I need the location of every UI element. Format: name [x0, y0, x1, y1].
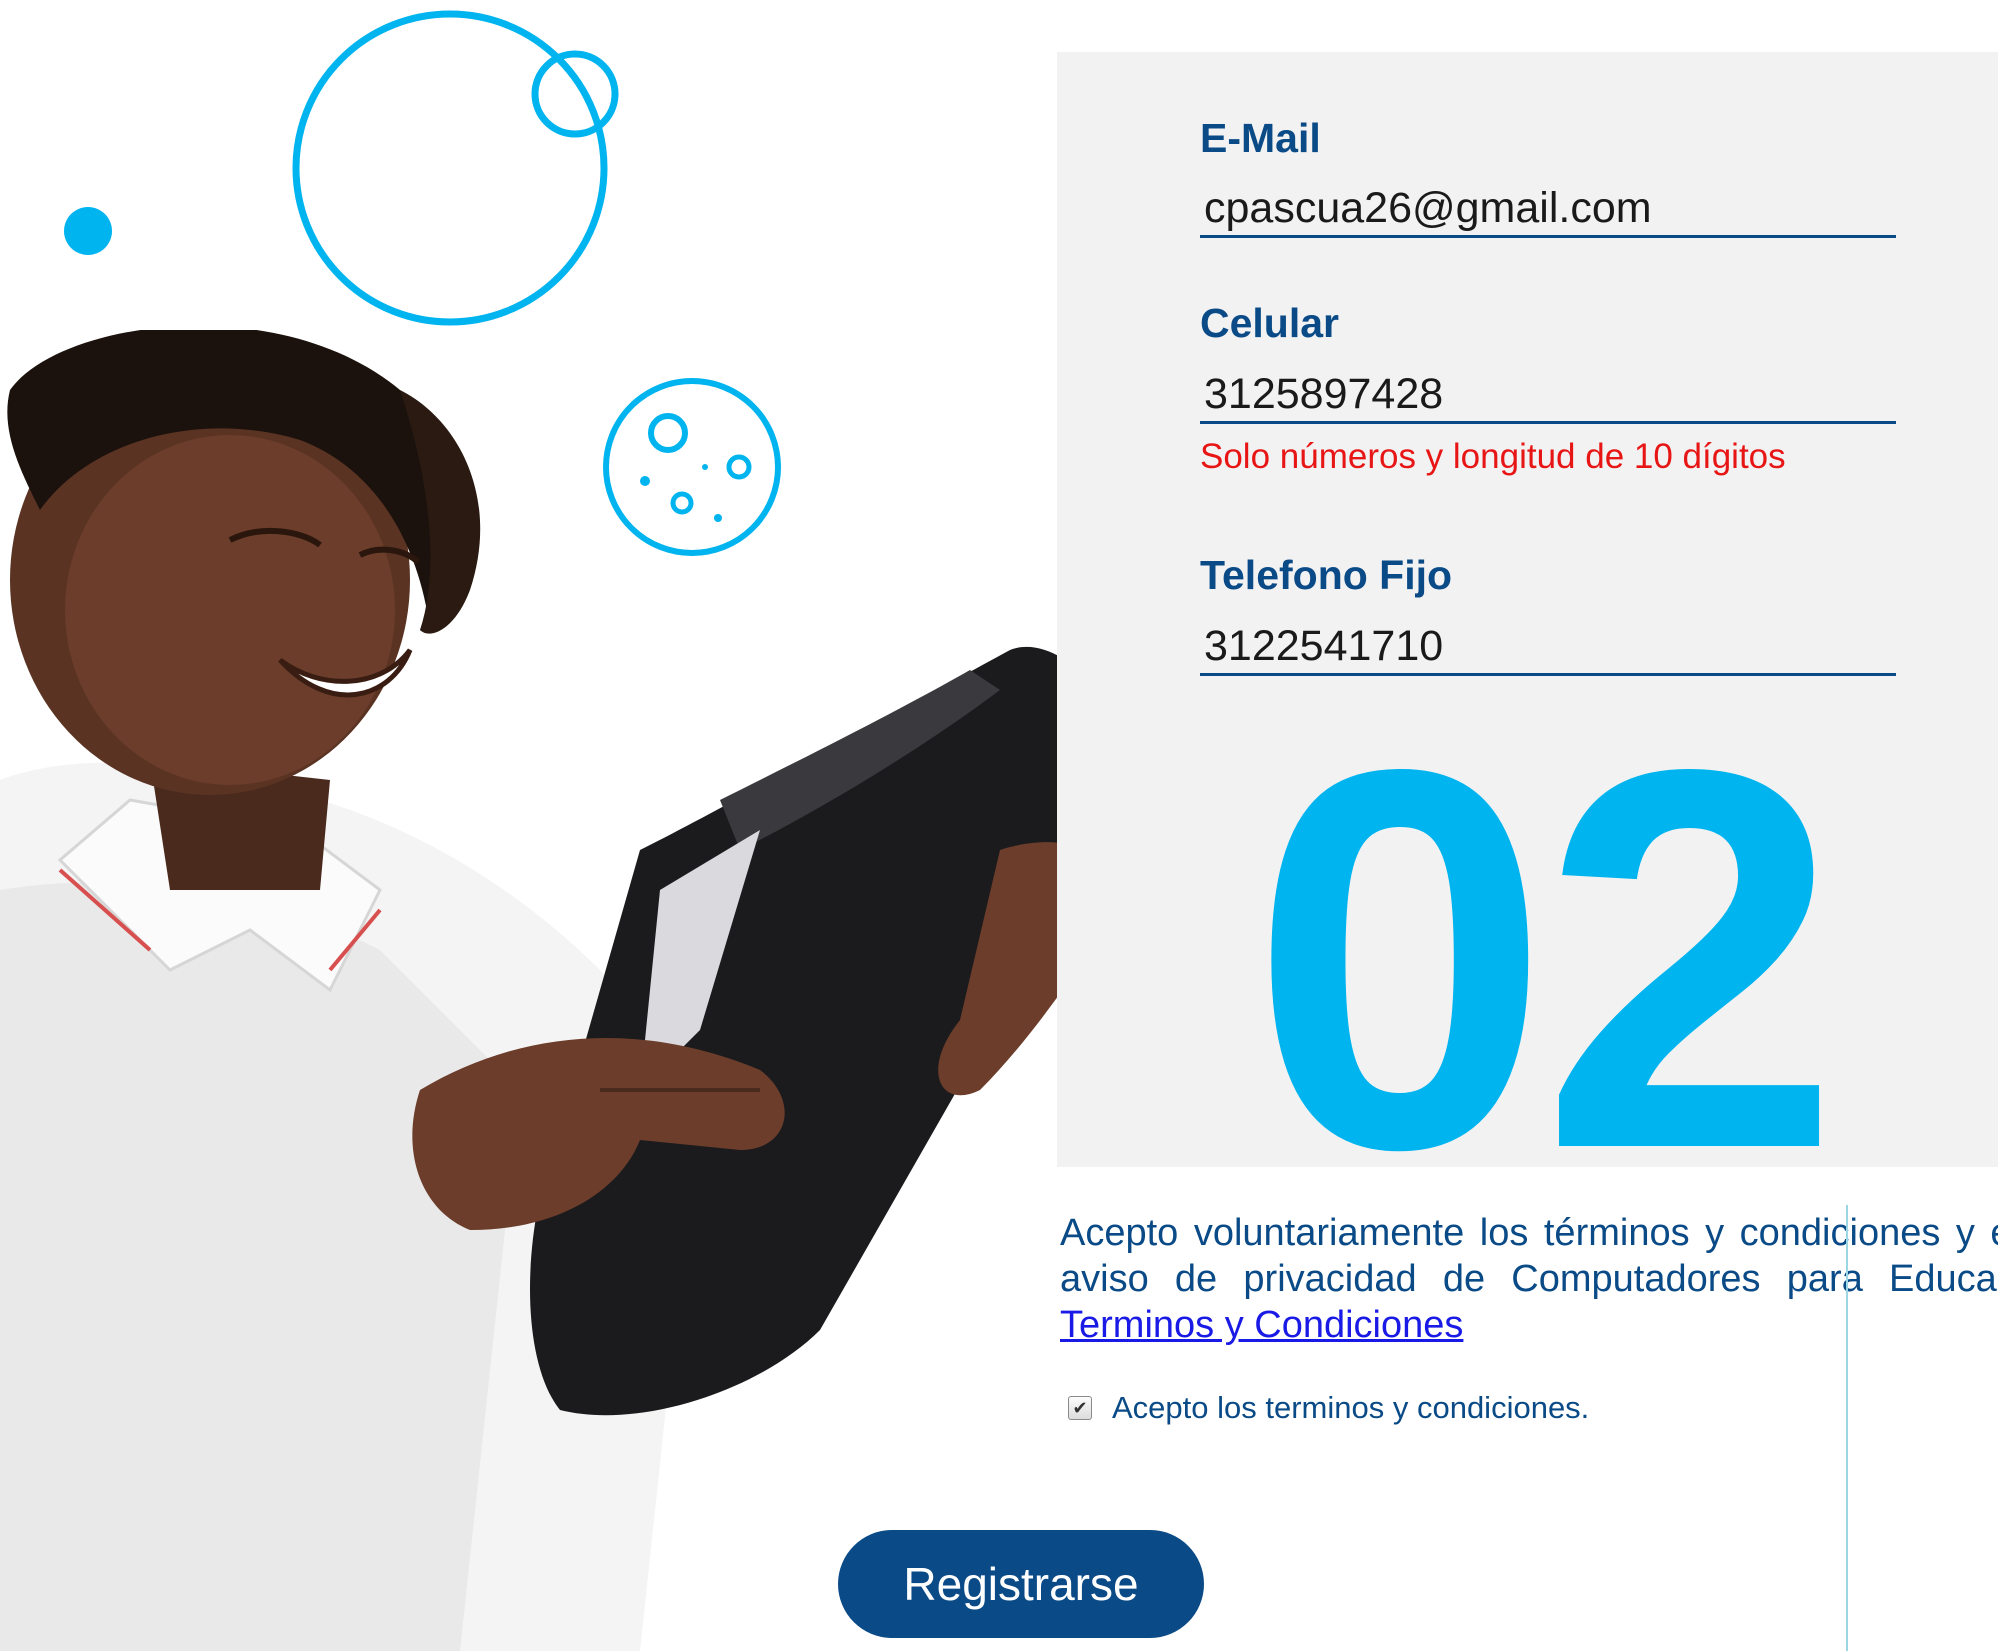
- email-field[interactable]: [1200, 182, 1896, 238]
- checkbox-label: Acepto los terminos y condiciones.: [1112, 1390, 1590, 1425]
- checkbox-icon[interactable]: ✔: [1068, 1396, 1092, 1420]
- celular-error-message: Solo números y longitud de 10 dígitos: [1200, 437, 1786, 476]
- celular-field[interactable]: [1200, 368, 1896, 424]
- girl-with-tablet-image: [0, 330, 1140, 1651]
- register-button[interactable]: Registrarse: [838, 1530, 1204, 1638]
- email-label: E-Mail: [1200, 115, 1321, 161]
- terms-paragraph: Acepto voluntariamente los términos y co…: [1060, 1210, 1998, 1348]
- step-number: 02: [1250, 658, 1841, 1261]
- registration-page: E-Mail Celular Solo números y longitud d…: [0, 0, 1998, 1651]
- terms-link[interactable]: Terminos y Condiciones: [1060, 1304, 1463, 1346]
- bubbles-icon: [292, 10, 619, 326]
- dot-icon: [64, 207, 112, 255]
- telefono-fijo-label: Telefono Fijo: [1200, 552, 1453, 598]
- terms-text: Acepto voluntariamente los términos y co…: [1060, 1212, 1998, 1300]
- celular-label: Celular: [1200, 300, 1339, 346]
- terms-checkbox-row[interactable]: ✔ Acepto los terminos y condiciones.: [1068, 1390, 1589, 1426]
- divider-line: [1846, 1205, 1848, 1651]
